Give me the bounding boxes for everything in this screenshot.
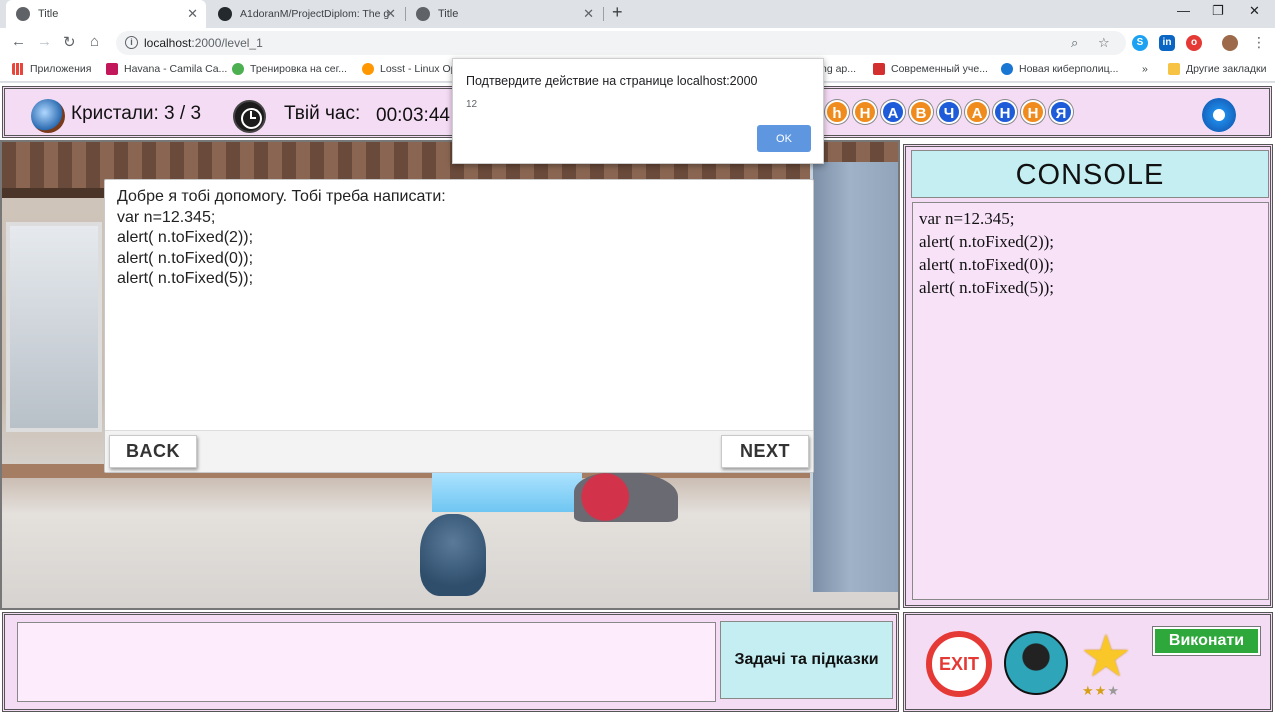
room-window — [6, 222, 102, 432]
player-creature — [420, 514, 486, 596]
letter-badge: Н — [853, 100, 877, 124]
bookmark-icon — [106, 63, 118, 75]
bookmark-modern-teacher[interactable]: Современный уче... — [873, 63, 988, 75]
letter-badge: Ч — [937, 100, 961, 124]
letter-badge: В — [909, 100, 933, 124]
extension-icon[interactable]: o — [1186, 35, 1202, 51]
close-tab-icon[interactable]: ✕ — [583, 6, 594, 22]
tab-label: A1doranM/ProjectDiplom: The g — [240, 8, 390, 20]
bookmark-other-folder[interactable]: Другие закладки — [1168, 63, 1266, 75]
tab-title-1[interactable]: Title ✕ — [6, 0, 206, 28]
tab-divider — [603, 7, 604, 21]
code-input[interactable] — [17, 622, 716, 702]
tasks-and-hints-button[interactable]: Задачі та підказки — [720, 621, 893, 699]
folder-icon — [1168, 63, 1180, 75]
console-output[interactable]: var n=12.345; alert( n.toFixed(2)); aler… — [912, 202, 1269, 600]
restore-icon[interactable]: ❐ — [1212, 3, 1224, 19]
bookmark-havana[interactable]: Havana - Camila Ca... — [106, 63, 227, 75]
game-scene: Добре я тобі допомогу. Тобі треба написа… — [0, 140, 900, 610]
run-button[interactable]: Виконати — [1153, 627, 1260, 655]
tab-title-3[interactable]: Title ✕ — [406, 0, 602, 28]
console-title: CONSOLE — [911, 150, 1269, 198]
clock-icon — [233, 100, 266, 133]
letter-badge: Н — [1021, 100, 1045, 124]
next-button[interactable]: NEXT — [721, 435, 809, 468]
bookmark-training[interactable]: Тренировка на сег... — [232, 63, 347, 75]
tab-github[interactable]: A1doranM/ProjectDiplom: The g ✕ — [208, 0, 404, 28]
letter-badge: Я — [1049, 100, 1073, 124]
tab-label: Title — [38, 8, 59, 20]
alert-message: 12 — [466, 99, 478, 110]
star-icon: ★ — [1080, 624, 1132, 689]
crystal-icon — [31, 99, 65, 133]
close-tab-icon[interactable]: ✕ — [385, 6, 396, 22]
confirm-dialog: Подтвердите действие на странице localho… — [452, 58, 824, 164]
bookmark-icon — [1001, 63, 1013, 75]
letter-badge: h — [825, 100, 849, 124]
home-icon[interactable]: ⌂ — [90, 33, 99, 50]
alert-title: Подтвердите действие на странице localho… — [466, 74, 758, 88]
crystal-rocks — [574, 472, 678, 522]
back-arrow-icon[interactable]: ← — [11, 33, 26, 50]
back-button[interactable]: BACK — [109, 435, 197, 468]
crystals-counter: Кристали: 3 / 3 — [71, 103, 202, 124]
github-icon — [218, 7, 232, 21]
info-icon[interactable]: i — [125, 36, 138, 49]
code-panel: Задачі та підказки — [2, 612, 899, 712]
avatar[interactable] — [1004, 631, 1068, 695]
globe-icon — [16, 7, 30, 21]
letter-badge: Н — [993, 100, 1017, 124]
word-letters: h Н А В Ч А Н Н Я — [825, 100, 1077, 124]
bookmark-star-icon[interactable]: ☆ — [1098, 35, 1110, 51]
bookmark-losst[interactable]: Losst - Linux Op — [362, 63, 456, 75]
room-door — [810, 162, 898, 592]
letter-badge: А — [881, 100, 905, 124]
dialog-footer: BACK NEXT — [105, 430, 813, 472]
settings-gear-icon[interactable] — [1202, 98, 1236, 132]
apps-grid-icon — [12, 63, 24, 75]
tab-strip: Title ✕ A1doranM/ProjectDiplom: The g ✕ … — [0, 0, 1275, 28]
bookmark-cyberpolice[interactable]: Новая киберполиц... — [1001, 63, 1118, 75]
close-window-icon[interactable]: ✕ — [1249, 3, 1260, 19]
timer-value: 00:03:44 — [376, 105, 450, 126]
bottle-shelf — [432, 472, 582, 512]
skype-icon[interactable]: S — [1132, 35, 1148, 51]
console-panel: CONSOLE var n=12.345; alert( n.toFixed(2… — [903, 144, 1273, 608]
tab-label: Title — [438, 8, 459, 20]
hint-text: Добре я тобі допомогу. Тобі треба написа… — [117, 188, 446, 287]
new-tab-icon[interactable]: + — [612, 2, 623, 23]
actions-panel: EXIT ★ ★★★ Виконати — [903, 612, 1273, 712]
bookmark-icon — [362, 63, 374, 75]
zoom-icon[interactable]: ⌕ — [1071, 35, 1078, 51]
time-label: Твій час: — [284, 103, 361, 124]
bookmark-icon — [873, 63, 885, 75]
rating-stars: ★★★ — [1082, 683, 1120, 699]
game-page: Кристали: 3 / 3 Твій час: 00:03:44 h Н А… — [0, 83, 1275, 717]
bookmarks-overflow-chevron[interactable]: » — [1142, 63, 1148, 75]
hint-dialog: Добре я тобі допомогу. Тобі треба написа… — [104, 179, 814, 473]
forward-arrow-icon[interactable]: → — [37, 33, 52, 50]
globe-icon — [416, 7, 430, 21]
bookmark-apps[interactable]: Приложения — [12, 63, 91, 75]
close-tab-icon[interactable]: ✕ — [187, 6, 198, 22]
minimize-icon[interactable]: — — [1177, 3, 1190, 18]
bookmark-icon — [232, 63, 244, 75]
linkedin-icon[interactable]: in — [1159, 35, 1175, 51]
star-filled-icon: ★ — [1094, 683, 1108, 698]
star-filled-icon: ★ — [1082, 683, 1095, 698]
profile-avatar-icon[interactable] — [1222, 35, 1238, 51]
exit-icon[interactable]: EXIT — [926, 631, 992, 697]
browser-toolbar: ← → ↻ ⌂ i localhost:2000/level_1 ⌕ ☆ S i… — [0, 28, 1275, 58]
reload-icon[interactable]: ↻ — [63, 33, 76, 51]
star-empty-icon: ★ — [1107, 683, 1120, 698]
bookmark-ng-ap[interactable]: ng ap... — [821, 63, 856, 75]
menu-dots-icon[interactable]: ⋮ — [1252, 34, 1266, 51]
address-bar[interactable]: i localhost:2000/level_1 ⌕ ☆ — [116, 31, 1126, 55]
url-text[interactable]: localhost:2000/level_1 — [144, 36, 263, 50]
ok-button[interactable]: OK — [757, 125, 811, 152]
letter-badge: А — [965, 100, 989, 124]
